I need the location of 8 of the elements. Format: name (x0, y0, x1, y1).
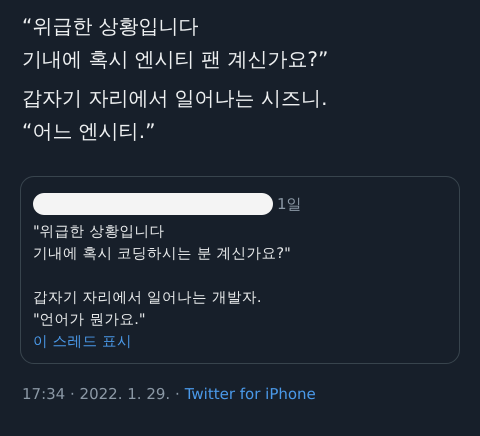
tweet-text: 갑자기 자리에서 일어나는 시즈니. “어느 엔시티.” (22, 85, 328, 145)
source-link[interactable]: Twitter for iPhone (184, 385, 316, 403)
tweet-text: “위급한 상황입니다 기내에 혹시 엔시티 팬 계신가요?” (22, 13, 330, 73)
quoted-tweet-card[interactable]: 1일 "위급한 상황입니다 기내에 혹시 코딩하시는 분 계신가요?" 갑자기 자리에서 일어나는 개발자. "언어가 뭔가요." 이 스레드 표시 (20, 176, 460, 364)
tweet-time: 1일 (277, 194, 302, 214)
show-thread-link[interactable]: 이 스레드 표시 (33, 331, 132, 353)
tweet-timestamp: 17:34 · 2022. 1. 29. · (22, 385, 180, 403)
quoted-tweet-text: "위급한 상황입니다 기내에 혹시 코딩하시는 분 계신가요?" 갑자기 자리에서 일어나는 개발자. "언어가 뭔가요." (33, 223, 292, 330)
